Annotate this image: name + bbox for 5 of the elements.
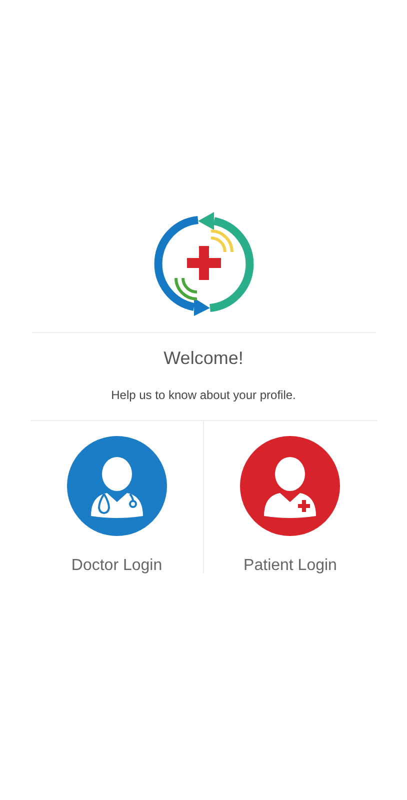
logo-icon: [154, 212, 254, 316]
login-option[interactable]: Doctor Login: [30, 421, 203, 578]
login-option[interactable]: Patient Login: [204, 421, 376, 578]
welcome-subtitle: Help us to know about your profile.: [111, 387, 296, 404]
welcome-title: Welcome!: [164, 347, 244, 370]
